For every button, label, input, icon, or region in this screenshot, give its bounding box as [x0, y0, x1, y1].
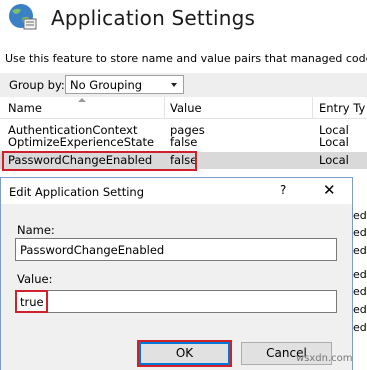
value-highlight — [15, 290, 48, 313]
column-header-name[interactable]: Name — [8, 101, 42, 115]
obscured-cell-text: ed — [353, 303, 367, 316]
group-by-value: No Grouping — [70, 78, 143, 92]
close-icon[interactable]: ✕ — [323, 181, 336, 199]
iis-manager-window: Application Settings Use this feature to… — [0, 0, 367, 370]
obscured-cell-text: ed — [353, 268, 367, 281]
cell-entry-type: Local — [319, 153, 349, 167]
grid-header: Name Value Entry Ty — [0, 97, 367, 119]
column-divider[interactable] — [164, 97, 165, 118]
value-label: Value: — [17, 272, 53, 286]
column-divider[interactable] — [312, 97, 313, 118]
group-by-dropdown[interactable]: No Grouping — [65, 75, 184, 94]
cell-value: false — [170, 135, 198, 149]
selected-row-highlight — [2, 151, 197, 171]
edit-setting-dialog: Edit Application Setting ? ✕ Name: Passw… — [0, 177, 353, 370]
application-settings-icon — [7, 2, 37, 32]
column-header-value[interactable]: Value — [170, 101, 202, 115]
obscured-cell-text: ed — [353, 321, 367, 334]
name-label: Name: — [17, 223, 55, 237]
name-field[interactable]: PasswordChangeEnabled — [15, 238, 337, 261]
group-by-toolbar: Group by: No Grouping — [0, 73, 367, 97]
page-title: Application Settings — [51, 6, 256, 30]
help-icon[interactable]: ? — [280, 183, 286, 197]
obscured-cell-text: ed — [353, 244, 367, 257]
dialog-title: Edit Application Setting — [9, 185, 145, 199]
name-field-value: PasswordChangeEnabled — [20, 243, 165, 257]
cell-name: OptimizeExperienceState — [8, 135, 155, 149]
obscured-cell-text: ed — [353, 285, 367, 298]
chevron-down-icon[interactable] — [171, 83, 177, 87]
value-field[interactable]: true — [15, 290, 337, 313]
obscured-cell-text: ed — [353, 226, 367, 239]
ok-button-highlight — [137, 340, 232, 367]
watermark: wsxdn.com — [296, 353, 353, 364]
feature-description: Use this feature to store name and value… — [5, 52, 367, 65]
sort-ascending-icon — [78, 98, 86, 102]
table-row[interactable]: OptimizeExperienceState false Local — [0, 136, 367, 149]
group-by-label: Group by: — [9, 78, 65, 92]
dialog-titlebar[interactable]: Edit Application Setting ? ✕ — [1, 178, 352, 204]
cell-entry-type: Local — [319, 135, 349, 149]
column-header-entry-type[interactable]: Entry Ty — [319, 101, 365, 115]
obscured-cell-text: ed — [353, 209, 367, 222]
